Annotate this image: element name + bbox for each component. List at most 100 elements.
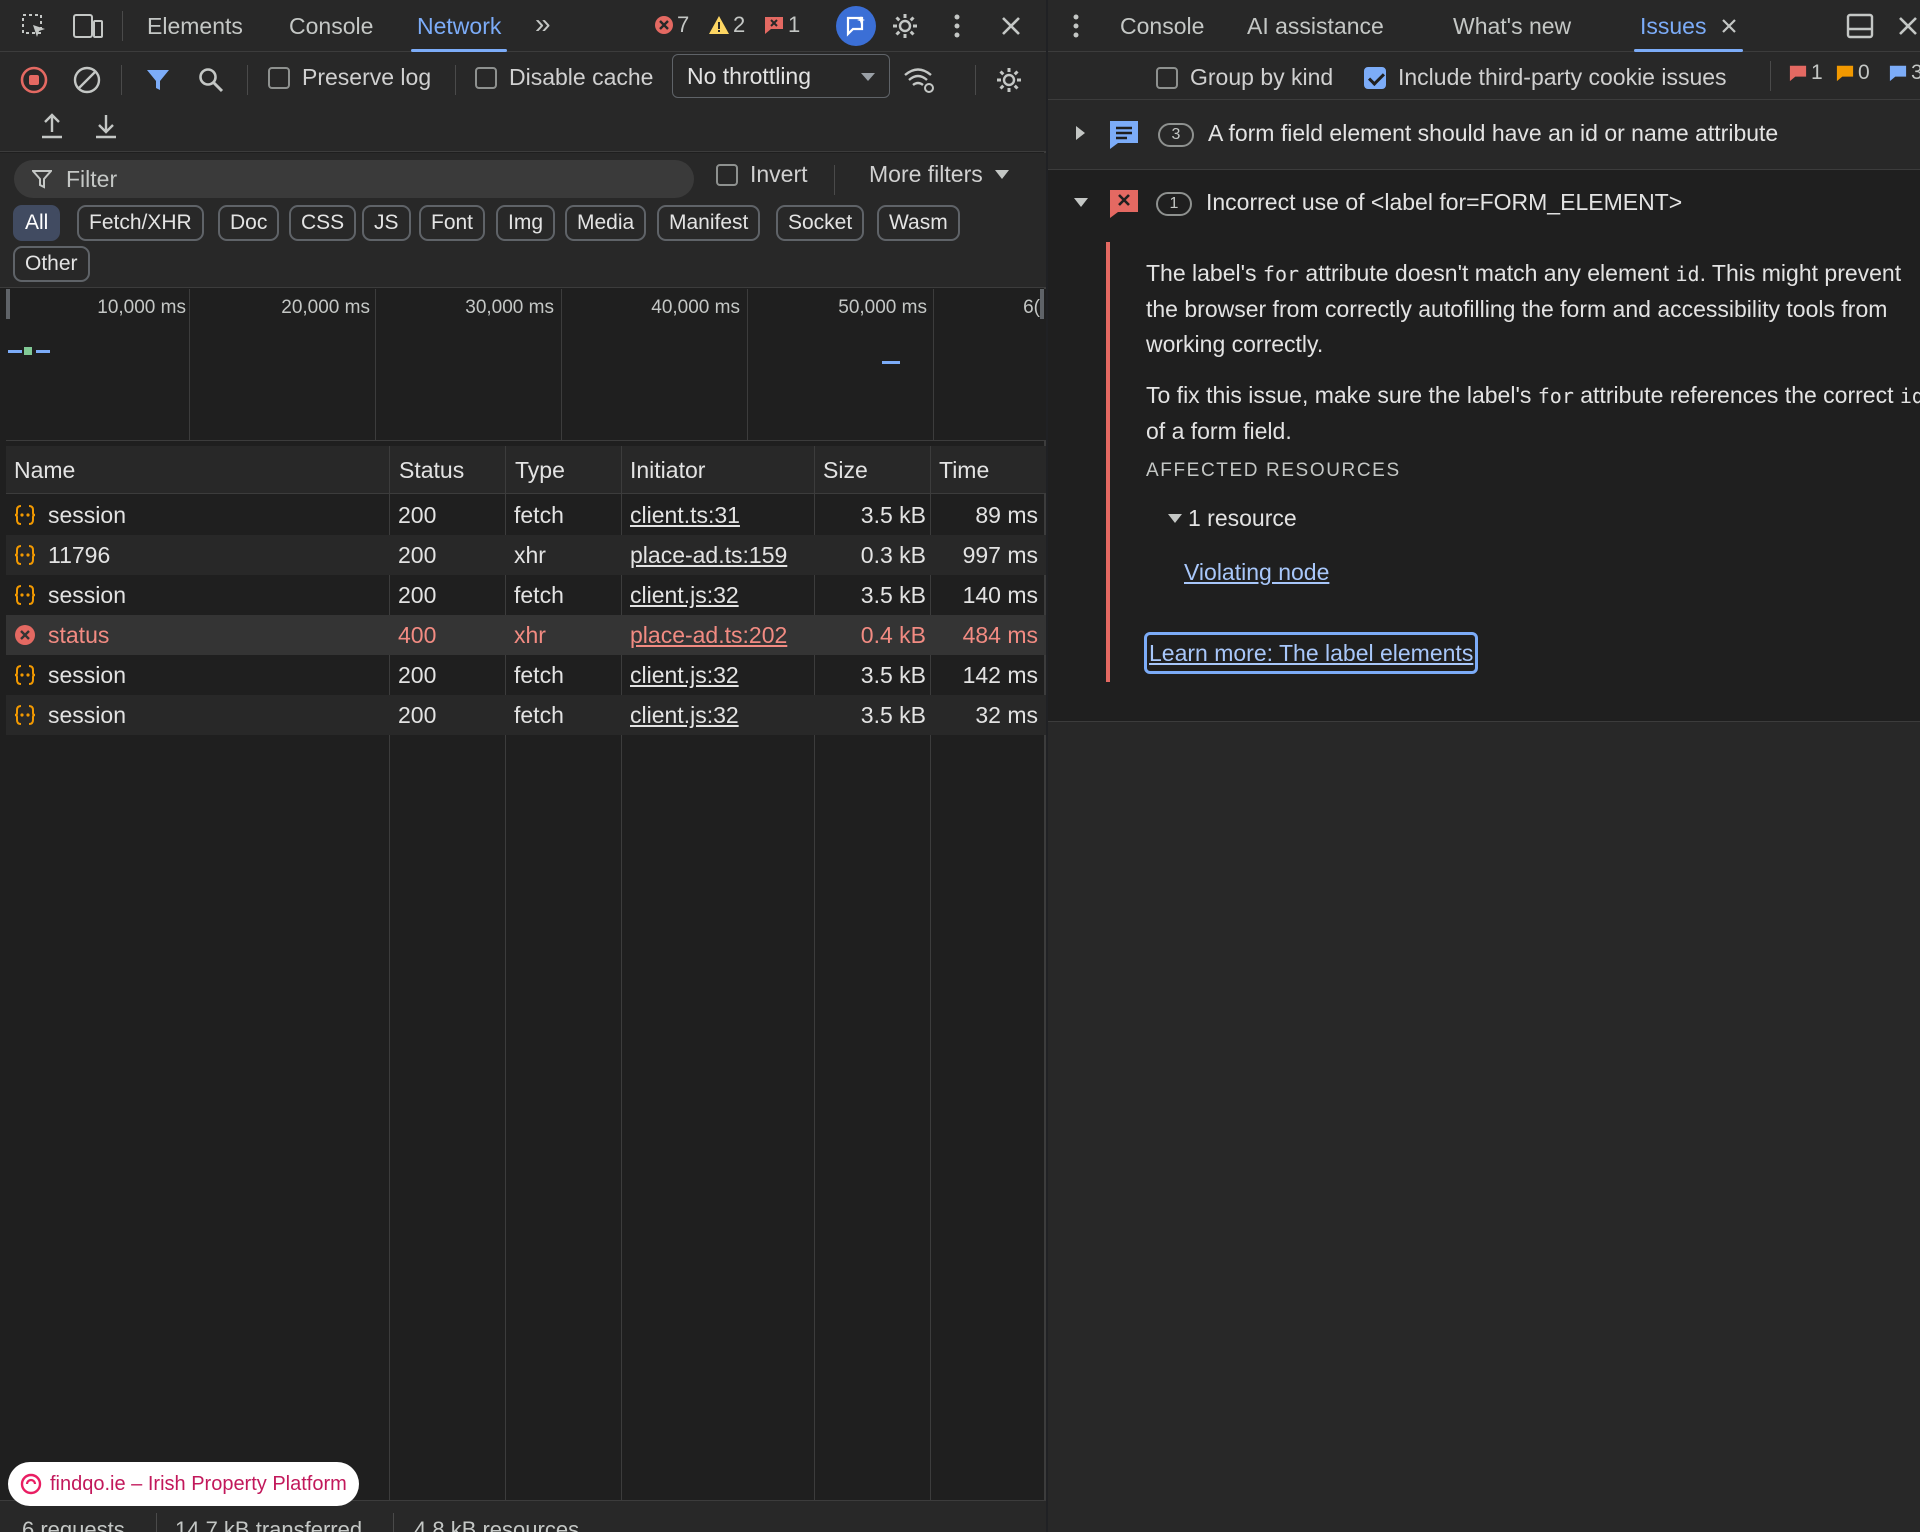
type-filter-js[interactable]: JS: [362, 205, 411, 241]
issue-row-form-field[interactable]: 3 A form field element should have an id…: [1048, 100, 1920, 170]
drawer-tab-ai-assistance[interactable]: AI assistance: [1247, 0, 1384, 52]
divider: [455, 65, 456, 95]
type-filter-other[interactable]: Other: [13, 246, 90, 282]
group-by-kind-checkbox[interactable]: Group by kind: [1156, 64, 1333, 91]
type-filter-fetch-xhr[interactable]: Fetch/XHR: [77, 205, 204, 241]
cell-time: 140 ms: [962, 582, 1038, 608]
device-toolbar-icon[interactable]: [70, 10, 106, 42]
table-row[interactable]: session 200 fetch client.js:32 3.5 kB 32 ms: [6, 695, 1046, 735]
drawer-tab-issues[interactable]: Issues: [1634, 0, 1743, 52]
filter-input[interactable]: Filter: [14, 160, 694, 198]
cell-initiator-link[interactable]: client.js:32: [630, 655, 739, 695]
error-circle-icon: [14, 624, 36, 646]
type-filter-css[interactable]: CSS: [289, 205, 357, 241]
table-row[interactable]: session 200 fetch client.ts:31 3.5 kB 89 ms: [6, 495, 1046, 535]
network-overview-timeline[interactable]: 10,000 ms 20,000 ms 30,000 ms 40,000 ms …: [6, 289, 1046, 441]
cell-status: 200: [398, 502, 437, 528]
third-party-cookie-checkbox[interactable]: Include third-party cookie issues: [1364, 64, 1727, 91]
type-filter-media[interactable]: Media: [565, 205, 647, 241]
issue-count[interactable]: 1: [763, 12, 800, 38]
issue-warning-count: 0: [1835, 61, 1870, 85]
checkbox-box[interactable]: [1156, 66, 1178, 89]
column-header-status[interactable]: Status: [399, 446, 464, 494]
type-filter-all[interactable]: All: [13, 205, 61, 241]
tab-elements[interactable]: Elements: [147, 0, 243, 52]
error-circle-icon: [654, 15, 674, 35]
cell-initiator-link[interactable]: place-ad.ts:159: [630, 535, 787, 575]
error-count[interactable]: 7: [654, 12, 689, 38]
cell-initiator-link[interactable]: client.ts:31: [630, 495, 740, 535]
cell-initiator-link[interactable]: place-ad.ts:202: [630, 615, 787, 655]
cell-time: 484 ms: [962, 622, 1038, 648]
inspect-element-icon[interactable]: [18, 10, 50, 42]
settings-gear-icon[interactable]: [889, 10, 921, 42]
warning-triangle-icon: [708, 15, 730, 35]
search-icon[interactable]: [195, 64, 227, 96]
network-settings-gear-icon[interactable]: [993, 64, 1025, 96]
table-row[interactable]: 11796 200 xhr place-ad.ts:159 0.3 kB 997 ms: [6, 535, 1046, 575]
more-vertical-icon[interactable]: [945, 10, 969, 42]
type-filter-doc[interactable]: Doc: [218, 205, 280, 241]
type-filter-socket[interactable]: Socket: [776, 205, 865, 241]
preserve-log-checkbox[interactable]: Preserve log: [268, 64, 431, 91]
dock-side-icon[interactable]: [1844, 10, 1876, 42]
request-bar: [36, 350, 50, 353]
checkbox-box[interactable]: [268, 66, 290, 89]
drawer-tab-console[interactable]: Console: [1120, 0, 1204, 52]
divider: [156, 1513, 157, 1532]
close-tab-icon[interactable]: [1721, 18, 1737, 34]
invert-checkbox[interactable]: Invert: [716, 161, 808, 188]
checkbox-box[interactable]: [716, 163, 738, 186]
close-drawer-icon[interactable]: [1896, 10, 1920, 42]
filter-funnel-icon[interactable]: [142, 64, 174, 96]
cell-time: 32 ms: [975, 702, 1038, 728]
column-header-type[interactable]: Type: [515, 446, 565, 494]
cell-initiator-link[interactable]: client.js:32: [630, 575, 739, 615]
cell-initiator-link[interactable]: client.js:32: [630, 695, 739, 735]
close-devtools-icon[interactable]: [995, 10, 1027, 42]
issue-description: The label's for attribute doesn't match …: [1146, 260, 1902, 357]
type-filter-wasm[interactable]: Wasm: [877, 205, 960, 241]
column-header-name[interactable]: Name: [14, 446, 75, 494]
column-header-size[interactable]: Size: [823, 446, 868, 494]
drawer-tab-whats-new[interactable]: What's new: [1453, 0, 1571, 52]
drawer-more-vertical-icon[interactable]: [1066, 10, 1086, 42]
resource-expander[interactable]: 1 resource: [1168, 505, 1297, 532]
export-har-download-icon[interactable]: [90, 110, 122, 142]
table-row[interactable]: session 200 fetch client.js:32 3.5 kB 142 ms: [6, 655, 1046, 695]
type-filter-img[interactable]: Img: [496, 205, 556, 241]
type-filter-manifest[interactable]: Manifest: [657, 205, 761, 241]
cell-size: 3.5 kB: [860, 502, 926, 528]
caret-down-icon[interactable]: [1074, 198, 1088, 208]
divider: [247, 65, 248, 95]
issue-title[interactable]: Incorrect use of <label for=FORM_ELEMENT…: [1206, 189, 1682, 216]
disable-cache-checkbox[interactable]: Disable cache: [475, 64, 653, 91]
more-tabs-button[interactable]: »: [535, 0, 551, 50]
request-table-header: Name Status Type Initiator Size Time: [6, 446, 1046, 494]
clear-icon[interactable]: [71, 64, 103, 96]
column-header-initiator[interactable]: Initiator: [630, 446, 705, 494]
learn-more-link[interactable]: Learn more: The label elements: [1144, 632, 1479, 674]
ai-assistance-icon[interactable]: [836, 6, 876, 46]
tab-network[interactable]: Network: [410, 0, 508, 52]
overview-handle-left[interactable]: [6, 289, 10, 319]
tab-console[interactable]: Console: [289, 0, 373, 52]
cell-name: status: [48, 622, 110, 648]
checkbox-box-checked[interactable]: [1364, 66, 1386, 89]
issue-flag-icon: [1788, 64, 1808, 82]
overview-tick-label: 30,000 ms: [465, 297, 554, 318]
stop-recording-icon[interactable]: [18, 64, 50, 96]
table-row[interactable]: session 200 fetch client.js:32 3.5 kB 140 ms: [6, 575, 1046, 615]
type-filter-font[interactable]: Font: [419, 205, 486, 241]
more-filters-dropdown[interactable]: More filters: [869, 161, 1009, 188]
throttling-select[interactable]: No throttling: [672, 54, 890, 98]
warning-count[interactable]: 2: [708, 12, 745, 38]
issues-toolbar: Group by kind Include third-party cookie…: [1048, 52, 1920, 100]
checkbox-box[interactable]: [475, 66, 497, 89]
network-conditions-icon[interactable]: [902, 64, 938, 96]
violating-node-link[interactable]: Violating node: [1184, 559, 1329, 586]
table-row[interactable]: status 400 xhr place-ad.ts:202 0.4 kB 484 ms: [6, 615, 1046, 655]
overview-handle-right[interactable]: [1040, 289, 1044, 319]
column-header-time[interactable]: Time: [939, 446, 989, 494]
import-har-upload-icon[interactable]: [36, 110, 68, 142]
